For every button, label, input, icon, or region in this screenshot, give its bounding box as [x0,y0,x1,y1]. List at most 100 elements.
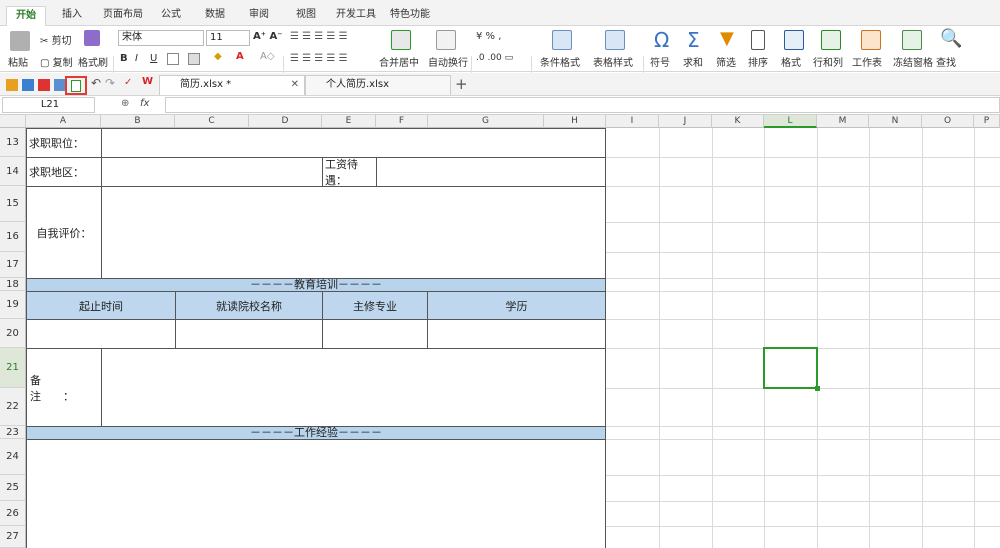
filter-button[interactable]: 筛选 [716,54,736,69]
cond-format-icon[interactable] [552,30,572,50]
cond-format-button[interactable]: 条件格式 [540,54,580,69]
table-header-cell[interactable]: 主修专业 [322,291,428,320]
row-header[interactable]: 14 [0,157,26,186]
font-size-select[interactable]: 11 [206,30,250,46]
row-header[interactable]: 26 [0,501,26,526]
open-icon[interactable] [6,79,18,91]
section-band-work[interactable]: －－－－工作经验－－－－ [26,426,606,440]
decimal-buttons[interactable]: .0 .00 ▭ [476,53,513,63]
custom-toolbar-icon[interactable]: ✓ [124,77,132,88]
export-pdf-icon[interactable] [38,79,50,91]
doc-tab-active[interactable]: 简历.xlsx * ✕ [159,75,305,95]
fill-color-icon[interactable]: ◆ [214,51,222,62]
selected-cell[interactable] [763,347,820,391]
tab-view[interactable]: 视图 [289,6,323,26]
find-button[interactable]: 查找 [936,54,956,69]
col-header[interactable]: I [606,115,659,128]
symbol-icon[interactable]: Ω [654,28,669,52]
underline-button[interactable]: U [150,53,157,64]
wrap-text-icon[interactable] [436,30,456,50]
col-header[interactable]: C [175,115,249,128]
format-icon[interactable] [784,30,804,50]
freeze-button[interactable]: 冻结窗格 [893,54,933,69]
cell-input[interactable] [101,186,606,279]
row-header[interactable]: 16 [0,222,26,252]
find-icon[interactable]: 🔍 [940,28,962,49]
cell-label[interactable]: 自我评价： [26,186,102,279]
col-header[interactable]: P [974,115,1000,128]
row-header[interactable]: 19 [0,291,26,319]
bold-button[interactable]: B [120,53,128,64]
cell-label[interactable]: 工资待遇： [322,157,377,187]
col-header[interactable]: D [249,115,322,128]
paste-icon[interactable] [10,31,30,51]
fx-icon[interactable]: fx [140,98,149,109]
col-header-selected[interactable]: L [764,115,817,128]
sort-icon[interactable] [751,30,765,50]
col-header[interactable]: E [322,115,376,128]
save-icon[interactable] [22,79,34,91]
font-color-icon[interactable]: A [236,51,244,62]
font-name-select[interactable]: 宋体 [118,30,204,46]
row-header[interactable]: 22 [0,388,26,426]
row-header[interactable]: 20 [0,319,26,348]
col-header[interactable]: J [659,115,712,128]
cell-label[interactable]: 备 注 ： [26,348,102,427]
cell-label[interactable]: 求职地区： [26,157,102,187]
cell-label[interactable]: 求职职位： [26,128,102,158]
merge-center-icon[interactable] [391,30,411,50]
row-header[interactable]: 17 [0,252,26,278]
row-header[interactable]: 18 [0,278,26,291]
cell-input[interactable] [26,319,176,349]
table-style-icon[interactable] [605,30,625,50]
format-painter-button[interactable]: 格式刷 [78,54,108,69]
wrap-text-button[interactable]: 自动换行 [428,54,468,69]
cell-input[interactable] [376,157,606,187]
align-top-icons[interactable]: ☰ ☰ ☰ ☰ ☰ [290,31,348,42]
col-header[interactable]: H [544,115,606,128]
col-header[interactable]: N [869,115,922,128]
print-preview-highlight[interactable] [65,76,87,95]
sum-icon[interactable]: Σ [687,28,700,52]
cell-input[interactable] [101,157,323,187]
merge-center-button[interactable]: 合并居中 [379,54,419,69]
tab-developer[interactable]: 开发工具 [334,6,378,26]
col-header[interactable]: G [428,115,544,128]
tab-insert[interactable]: 插入 [54,6,90,26]
italic-button[interactable]: I [135,53,138,64]
paste-button[interactable]: 粘贴 [8,54,28,69]
table-header-cell[interactable]: 就读院校名称 [175,291,323,320]
row-header[interactable]: 23 [0,426,26,439]
worksheet-icon[interactable] [861,30,881,50]
undo-icon[interactable]: ↶ [91,76,101,90]
table-header-cell[interactable]: 学历 [427,291,606,320]
table-header-cell[interactable]: 起止时间 [26,291,176,320]
cell-input[interactable] [101,128,606,158]
clear-format-icon[interactable]: A◇ [260,51,275,62]
zoom-icon[interactable]: ⊕ [121,98,129,109]
col-header[interactable]: B [101,115,175,128]
cell-input[interactable] [322,319,428,349]
tab-special[interactable]: 特色功能 [385,6,435,26]
close-icon[interactable]: ✕ [291,76,299,94]
filter-icon[interactable]: ▼ [720,28,734,49]
copy-button[interactable]: ▢ 复制 [40,54,73,69]
new-tab-icon[interactable]: + [455,75,468,93]
redo-icon[interactable]: ↷ [105,76,115,90]
cell-input[interactable] [427,319,606,349]
name-box[interactable]: L21 [2,97,95,113]
row-header[interactable]: 24 [0,439,26,475]
col-header[interactable]: A [26,115,101,128]
symbol-button[interactable]: 符号 [650,54,670,69]
fill-pattern-icon[interactable] [188,53,200,65]
col-header[interactable]: O [922,115,974,128]
col-header[interactable]: M [817,115,869,128]
freeze-icon[interactable] [902,30,922,50]
sum-button[interactable]: 求和 [683,54,703,69]
table-style-button[interactable]: 表格样式 [593,54,633,69]
tab-data[interactable]: 数据 [198,6,232,26]
row-header[interactable]: 25 [0,475,26,501]
cell-input[interactable] [101,348,606,427]
align-horizontal-icons[interactable]: ☰ ☰ ☰ ☰ ☰ [290,53,348,64]
cell-input[interactable] [175,319,323,349]
